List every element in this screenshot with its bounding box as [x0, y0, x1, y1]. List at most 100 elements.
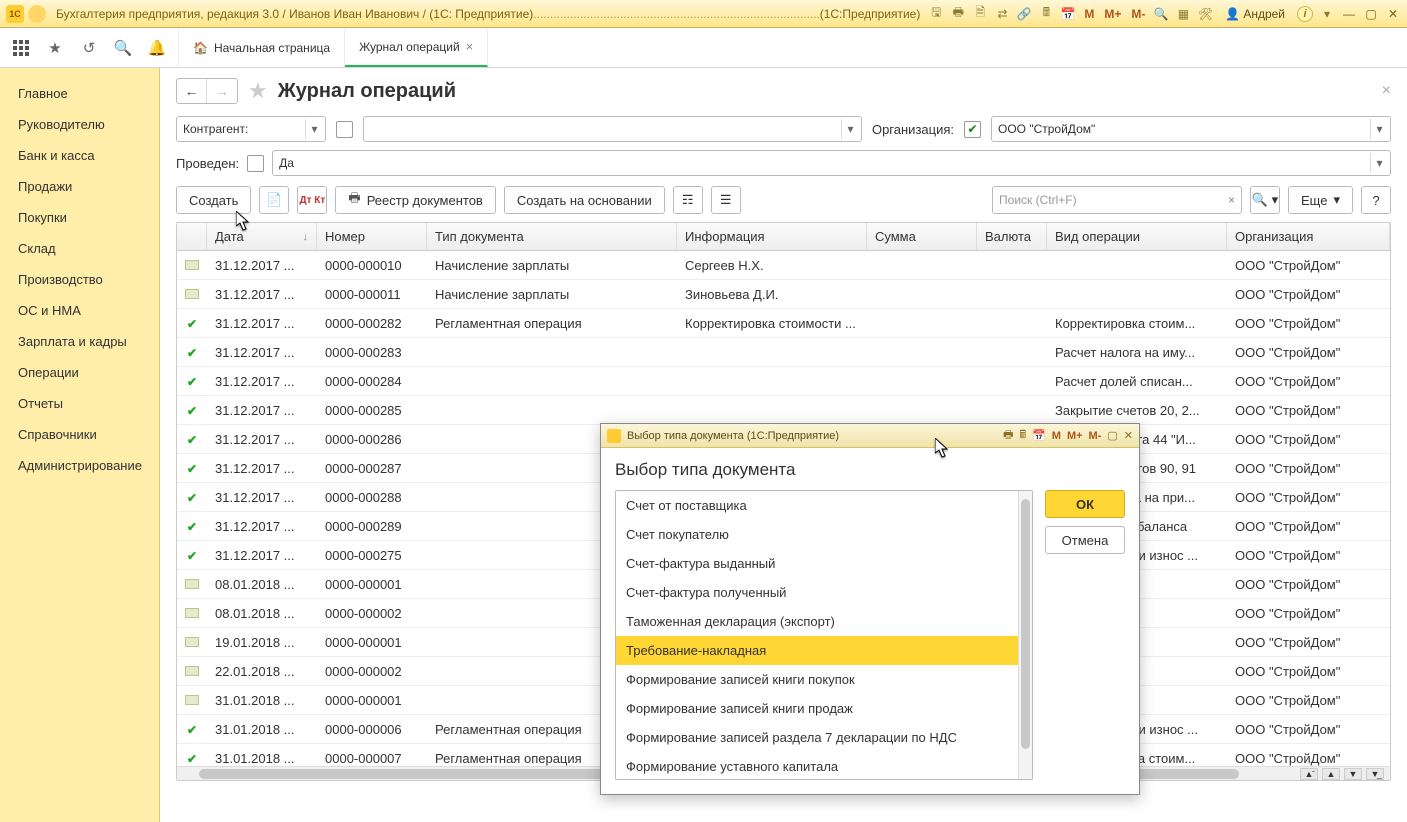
col-info[interactable]: Информация — [677, 223, 867, 250]
sidebar-item[interactable]: Склад — [0, 233, 159, 264]
sidebar-item[interactable]: Зарплата и кадры — [0, 326, 159, 357]
link-icon[interactable]: 🔗 — [1016, 6, 1032, 22]
kontragent-value-combo[interactable]: ▾ — [363, 116, 862, 142]
compare-icon[interactable]: ⇄ — [994, 6, 1010, 22]
help-button[interactable]: ? — [1361, 186, 1391, 214]
document-type-list[interactable]: Счет от поставщикаСчет покупателю Счет-фа… — [615, 490, 1033, 780]
dialog-print-icon[interactable]: 🖶 — [1003, 426, 1013, 445]
dialog-calc-icon[interactable]: 🖩 — [1019, 426, 1026, 445]
organization-combo[interactable]: ООО "СтройДом" ▾ — [991, 116, 1391, 142]
list-item[interactable]: Счет от поставщика — [616, 491, 1032, 520]
col-operation-type[interactable]: Вид операции — [1047, 223, 1227, 250]
zoom-icon[interactable]: 🔍 — [1153, 6, 1169, 22]
dialog-calendar-icon[interactable]: 📅 — [1032, 429, 1046, 442]
col-currency[interactable]: Валюта — [977, 223, 1047, 250]
dialog-maximize-button[interactable]: ▢ — [1107, 429, 1117, 442]
notifications-icon[interactable]: 🔔 — [148, 39, 166, 57]
col-status[interactable] — [177, 223, 207, 250]
m-plus-button[interactable]: M+ — [1102, 7, 1123, 21]
find-button[interactable]: 🔍 ▾ — [1250, 186, 1280, 214]
tab-start-page[interactable]: 🏠 Начальная страница — [178, 28, 345, 67]
col-sum[interactable]: Сумма — [867, 223, 977, 250]
kontragent-combo[interactable]: Контрагент: ▾ — [176, 116, 326, 142]
sidebar-item[interactable]: Продажи — [0, 171, 159, 202]
search-icon[interactable]: 🔍 — [114, 39, 132, 57]
structure-button[interactable]: ☶ — [673, 186, 703, 214]
save-icon[interactable]: 🖫 — [928, 6, 944, 22]
dialog-m-minus-button[interactable]: M- — [1089, 430, 1102, 442]
dialog-m-plus-button[interactable]: M+ — [1067, 430, 1083, 442]
tools-icon[interactable]: 🛠 — [1197, 6, 1213, 22]
minimize-button[interactable]: — — [1341, 7, 1357, 21]
clear-search-icon[interactable]: × — [1228, 193, 1235, 207]
forward-button[interactable]: → — [207, 79, 237, 103]
tab-journal-operations[interactable]: Журнал операций × — [345, 28, 488, 67]
col-number[interactable]: Номер — [317, 223, 427, 250]
copy-button[interactable]: 📄 — [259, 186, 289, 214]
back-button[interactable]: ← — [177, 79, 207, 103]
list-item[interactable]: Счет-фактура полученный — [616, 578, 1032, 607]
print-icon[interactable]: 🖶 — [950, 6, 966, 22]
col-organization[interactable]: Организация — [1227, 223, 1390, 250]
organization-checkbox[interactable] — [964, 121, 981, 138]
create-on-basis-button[interactable]: Создать на основании — [504, 186, 665, 214]
info-icon[interactable]: i — [1297, 6, 1313, 22]
sidebar-item[interactable]: Администрирование — [0, 450, 159, 481]
list-scrollbar[interactable] — [1018, 491, 1032, 779]
current-user[interactable]: 👤 Андрей — [1225, 7, 1285, 21]
favorites-icon[interactable]: ★ — [46, 39, 64, 57]
create-button[interactable]: Создать — [176, 186, 251, 214]
sidebar-item[interactable]: Главное — [0, 78, 159, 109]
sidebar-item[interactable]: Руководителю — [0, 109, 159, 140]
m-button[interactable]: M — [1082, 7, 1096, 21]
sidebar-item[interactable]: ОС и НМА — [0, 295, 159, 326]
search-input[interactable]: Поиск (Ctrl+F) × — [992, 186, 1242, 214]
table-row[interactable]: 31.12.2017 ...0000-000282Регламентная оп… — [177, 309, 1390, 338]
calendar-icon[interactable]: 📅 — [1060, 6, 1076, 22]
list-item[interactable]: Счет покупателю — [616, 520, 1032, 549]
sidebar-item[interactable]: Справочники — [0, 419, 159, 450]
col-type[interactable]: Тип документа — [427, 223, 677, 250]
apps-grid-icon[interactable] — [12, 39, 30, 57]
list-mode-button[interactable]: ☰ — [711, 186, 741, 214]
nav-circle-icon[interactable] — [28, 5, 46, 23]
more-button[interactable]: Еще ▾ — [1288, 186, 1353, 214]
scroll-top-button[interactable]: ▲̄ — [1300, 768, 1318, 780]
table-row[interactable]: 31.12.2017 ...0000-000285Закрытие счетов… — [177, 396, 1390, 425]
list-item[interactable]: Требование-накладная — [616, 636, 1032, 665]
table-row[interactable]: 31.12.2017 ...0000-000011Начисление зарп… — [177, 280, 1390, 309]
list-item[interactable]: Формирование уставного капитала — [616, 752, 1032, 781]
col-date[interactable]: Дата↓ — [207, 223, 317, 250]
reestr-button[interactable]: 🖶Реестр документов — [335, 186, 495, 214]
dialog-m-button[interactable]: M — [1052, 430, 1061, 442]
sidebar-item[interactable]: Отчеты — [0, 388, 159, 419]
scroll-up-button[interactable]: ▲ — [1322, 768, 1340, 780]
panels-icon[interactable]: ▦ — [1175, 6, 1191, 22]
sidebar-item[interactable]: Банк и касса — [0, 140, 159, 171]
dtkt-button[interactable]: Дт Кт — [297, 186, 327, 214]
list-item[interactable]: Формирование записей раздела 7 деклараци… — [616, 723, 1032, 752]
list-item[interactable]: Формирование записей книги покупок — [616, 665, 1032, 694]
dialog-titlebar[interactable]: Выбор типа документа (1С:Предприятие) 🖶 … — [601, 424, 1139, 448]
proveden-checkbox[interactable] — [247, 155, 264, 172]
close-window-button[interactable]: ✕ — [1385, 7, 1401, 21]
scroll-bottom-button[interactable]: ▼̲ — [1366, 768, 1384, 780]
table-row[interactable]: 31.12.2017 ...0000-000284Расчет долей сп… — [177, 367, 1390, 396]
doc-icon[interactable]: 🗎 — [972, 6, 988, 22]
close-page-button[interactable]: × — [1382, 82, 1391, 100]
sidebar-item[interactable]: Покупки — [0, 202, 159, 233]
ok-button[interactable]: ОК — [1045, 490, 1125, 518]
m-minus-button[interactable]: M- — [1129, 7, 1147, 21]
calc-icon[interactable]: 🖩 — [1038, 6, 1054, 22]
dropdown-icon[interactable]: ▾ — [1319, 6, 1335, 22]
dialog-close-button[interactable]: ✕ — [1124, 429, 1133, 442]
table-row[interactable]: 31.12.2017 ...0000-000010Начисление зарп… — [177, 251, 1390, 280]
favorite-star-icon[interactable]: ★ — [248, 78, 268, 104]
scrollbar-thumb[interactable] — [1021, 499, 1030, 749]
kontragent-checkbox[interactable] — [336, 121, 353, 138]
sidebar-item[interactable]: Производство — [0, 264, 159, 295]
scroll-down-button[interactable]: ▼ — [1344, 768, 1362, 780]
sidebar-item[interactable]: Операции — [0, 357, 159, 388]
list-item[interactable]: Таможенная декларация (экспорт) — [616, 607, 1032, 636]
proveden-combo[interactable]: Да ▾ — [272, 150, 1391, 176]
